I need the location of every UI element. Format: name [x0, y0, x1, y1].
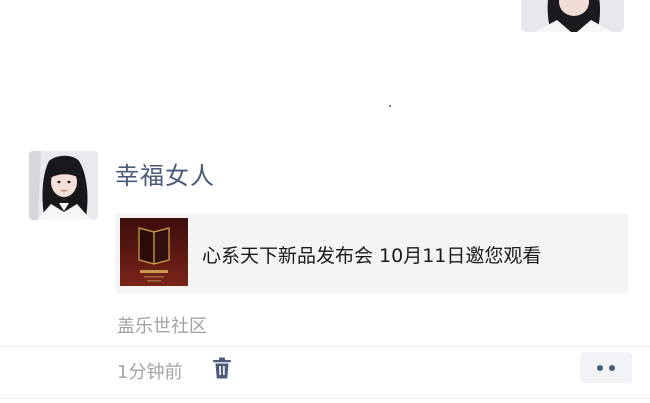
avatar-photo: [29, 151, 98, 220]
link-thumbnail: [120, 218, 188, 286]
bottom-divider: [0, 398, 650, 399]
source-label[interactable]: 盖乐世社区: [117, 312, 207, 338]
previous-avatar[interactable]: [521, 0, 624, 32]
more-options-button[interactable]: [580, 352, 632, 383]
author-avatar[interactable]: [29, 151, 98, 220]
dot-artifact: [389, 105, 391, 107]
trash-icon[interactable]: [212, 357, 232, 379]
avatar-photo: [521, 0, 624, 32]
author-name[interactable]: 幸福女人: [115, 156, 215, 191]
divider: [0, 346, 650, 347]
post-timestamp: 1分钟前: [117, 362, 183, 383]
shared-link-card[interactable]: 心系天下新品发布会 10月11日邀您观看: [115, 213, 628, 293]
link-card-title: 心系天下新品发布会 10月11日邀您观看: [202, 245, 542, 267]
